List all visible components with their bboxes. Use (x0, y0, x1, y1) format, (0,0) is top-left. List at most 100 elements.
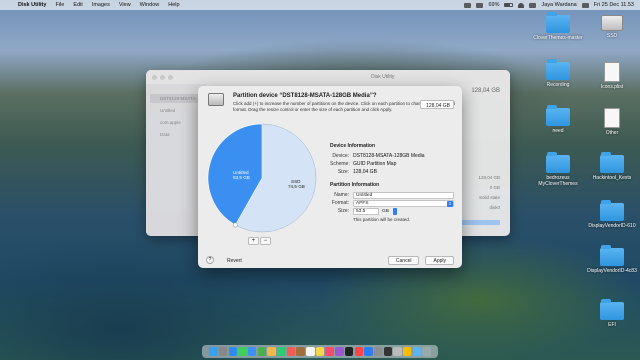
desktop-folder-recording[interactable]: Recording (530, 59, 586, 88)
pie-resize-handle[interactable] (232, 222, 238, 228)
wifi-icon[interactable] (518, 2, 525, 8)
diskutility-icon[interactable] (393, 347, 402, 356)
desktop-drive-ssd[interactable]: SSD (584, 15, 640, 39)
size-unit-stepper[interactable] (392, 207, 397, 215)
sidebar-item-volume[interactable]: com.apple (150, 118, 202, 127)
terminal-icon[interactable] (383, 347, 393, 356)
dialog-heading: Partition device “DST8128-MSATA-128GB Me… (233, 93, 377, 99)
name-label: Name: (334, 192, 349, 198)
minimize-window-icon[interactable] (160, 74, 165, 80)
sidebar-item-container[interactable]: Untitled (150, 106, 202, 115)
format-select[interactable]: APFS ⇕ (353, 199, 454, 207)
menu-app-name[interactable]: Disk Utility (18, 2, 46, 8)
finder-icon[interactable] (209, 347, 218, 356)
folder-icon (600, 245, 624, 266)
battery-icon[interactable] (504, 3, 514, 7)
partition-info-title: Partition Information (330, 182, 380, 188)
desktop-folder-hackintool-kexts[interactable]: Hackintool_Kexts (584, 152, 640, 181)
capacity-readout: 128,04 GB (471, 88, 500, 94)
desktop-folder-display-vendor-610[interactable]: DisplayVendorID-610 (584, 200, 640, 229)
close-window-icon[interactable] (152, 74, 157, 80)
partition-pie-chart[interactable]: Untitled 53,5 GB SSD 74,5 GB (206, 122, 318, 234)
window-titlebar (146, 70, 510, 84)
menu-images[interactable]: Images (92, 2, 110, 8)
desktop-folder-my-clover-themes[interactable]: bedrozeus MyCloverThemes (530, 152, 586, 187)
menu-window[interactable]: Window (140, 2, 160, 8)
contacts-icon[interactable] (296, 347, 305, 356)
menu-bar: Disk Utility File Edit Images View Windo… (0, 0, 640, 10)
revert-button[interactable]: Revert (219, 256, 250, 265)
user-name[interactable]: Jaya Wardana (541, 2, 576, 8)
display-status-icon[interactable] (476, 2, 484, 8)
apply-button[interactable]: Apply (425, 255, 454, 265)
scheme-label: Scheme: (330, 161, 350, 167)
sidebar-item-device[interactable]: DST8128-MSATA- (150, 94, 202, 103)
calendar-icon[interactable] (286, 347, 296, 356)
trash-icon[interactable] (422, 347, 431, 356)
control-center-icon[interactable] (581, 2, 589, 8)
spotlight-icon[interactable] (529, 2, 537, 8)
menu-edit[interactable]: Edit (73, 2, 82, 8)
photos-icon[interactable] (267, 347, 276, 356)
launchpad-icon[interactable] (218, 347, 228, 356)
desktop-icon-label: Icons.plist (600, 84, 624, 90)
partition-info-section: Partition Information Name: Untitled For… (330, 182, 454, 222)
pie-size-ssd: 74,5 GB (288, 184, 305, 189)
tv-icon[interactable] (344, 347, 354, 356)
partition-dialog: Partition device “DST8128-MSATA-128GB Me… (198, 86, 462, 268)
zoom-window-icon[interactable] (168, 74, 173, 80)
usage-bar (460, 220, 500, 225)
help-button[interactable]: ? (206, 256, 214, 264)
chrome-icon[interactable] (402, 347, 412, 356)
clock[interactable]: Fri 25 Dec 11.53 (594, 2, 634, 8)
desktop-folder-clover-themes[interactable]: CloverThemes-master (530, 12, 586, 41)
desktop-folder-display-vendor-4c83[interactable]: DisplayVendorID-4c83 (584, 245, 640, 274)
menu-help[interactable]: Help (168, 2, 179, 8)
info-readout-3: Solid state (478, 195, 500, 200)
safari-icon[interactable] (228, 347, 238, 356)
partition-name-field[interactable]: Untitled (353, 191, 454, 199)
add-partition-button[interactable]: + (248, 237, 259, 245)
music-icon[interactable] (325, 347, 334, 356)
desktop-folder-need[interactable]: need (530, 105, 586, 134)
desktop-icon-label: need (552, 128, 564, 134)
desktop-folder-efi[interactable]: EFI (584, 299, 640, 328)
desktop-icon-label: SSD (606, 33, 618, 39)
sidebar-item-data[interactable]: Data (150, 130, 202, 139)
partition-size-field[interactable]: 53,5 (353, 207, 379, 215)
format-row: Format: APFS ⇕ (330, 199, 454, 207)
device-size-display: 128,04 GB (420, 100, 454, 109)
remove-partition-button[interactable]: − (260, 237, 271, 245)
folder-icon[interactable] (412, 347, 422, 356)
record-status-icon[interactable] (464, 2, 472, 8)
menu-view[interactable]: View (119, 2, 131, 8)
reminders-icon[interactable] (306, 347, 315, 356)
desktop-file-other[interactable]: Other (584, 108, 640, 136)
cancel-button[interactable]: Cancel (387, 255, 420, 265)
status-area: 69% Jaya Wardana Fri 25 Dec 11.53 (464, 2, 634, 8)
desktop-icon-label: DisplayVendorID-610 (588, 223, 636, 229)
document-icon (604, 62, 620, 82)
appstore-icon[interactable] (364, 347, 373, 356)
podcasts-icon[interactable] (335, 347, 344, 356)
info-readout-1: 128,04 GB (478, 175, 500, 180)
mail-icon[interactable] (247, 347, 257, 356)
window-main-pane: 128,04 GB 128,04 GB 0 GB Solid state dis… (460, 84, 510, 236)
folder-icon (546, 59, 570, 80)
folder-icon (600, 200, 624, 221)
facetime-icon[interactable] (277, 347, 286, 356)
desktop-icon-label: Recording (546, 82, 570, 88)
menu-file[interactable]: File (55, 2, 64, 8)
folder-icon (546, 105, 570, 126)
partition-buttons: + − (248, 237, 271, 245)
desktop-icon-label: DisplayVendorID-4c83 (587, 268, 637, 274)
settings-icon[interactable] (373, 347, 383, 356)
notes-icon[interactable] (315, 347, 325, 356)
maps-icon[interactable] (257, 347, 267, 356)
desktop-file-icons-plist[interactable]: Icons.plist (584, 62, 640, 90)
news-icon[interactable] (354, 347, 363, 356)
folder-icon (600, 152, 624, 173)
name-row: Name: Untitled (330, 191, 454, 199)
pie-size-untitled: 53,5 GB (233, 175, 250, 180)
messages-icon[interactable] (238, 347, 247, 356)
